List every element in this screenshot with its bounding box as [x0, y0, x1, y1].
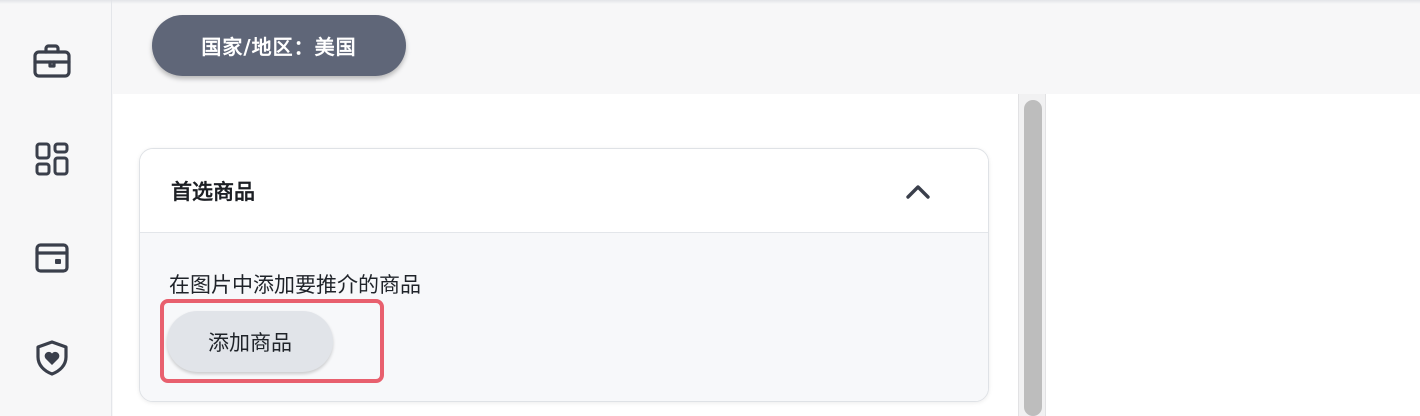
wallet-icon	[32, 238, 72, 278]
region-selector[interactable]: 国家/地区：美国	[152, 15, 406, 76]
sidebar-item-protection[interactable]	[32, 338, 72, 378]
preferred-products-card: 首选商品 在图片中添加要推介的商品 添加商品	[139, 148, 989, 402]
right-panel	[1046, 94, 1420, 416]
card-description: 在图片中添加要推介的商品	[169, 273, 421, 297]
card-body: 在图片中添加要推介的商品 添加商品	[140, 233, 988, 401]
briefcase-icon	[32, 41, 72, 81]
shield-heart-icon	[32, 338, 72, 378]
card-title: 首选商品	[171, 180, 255, 204]
chevron-up-icon[interactable]	[901, 175, 935, 209]
sidebar-item-briefcase[interactable]	[32, 41, 72, 81]
top-shadow	[0, 0, 1420, 4]
dashboard-icon	[32, 139, 72, 179]
sidebar-item-dashboard[interactable]	[32, 139, 72, 179]
sidebar-item-wallet[interactable]	[32, 238, 72, 278]
add-product-button[interactable]: 添加商品	[167, 311, 333, 372]
sidebar	[0, 0, 112, 416]
card-header[interactable]: 首选商品	[140, 149, 988, 233]
scrollbar-thumb[interactable]	[1024, 100, 1042, 416]
